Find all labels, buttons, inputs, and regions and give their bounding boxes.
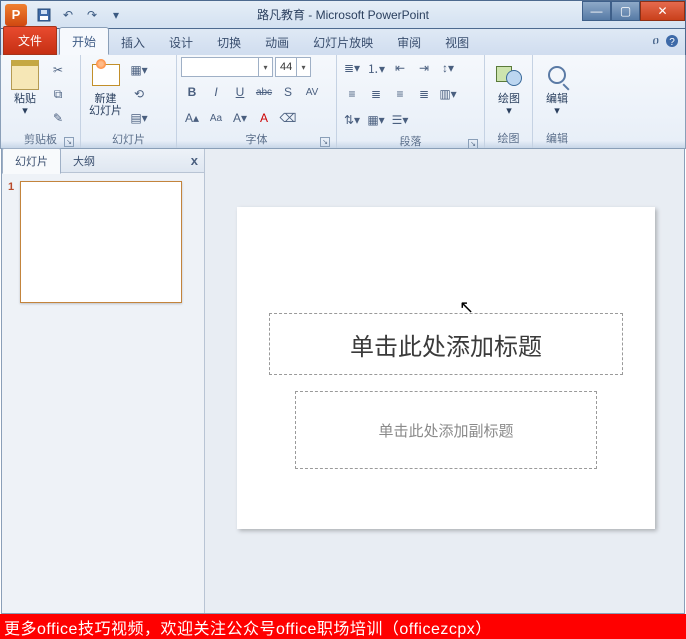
- align-left-icon[interactable]: ≡: [341, 83, 363, 105]
- font-size-combo[interactable]: 44▾: [275, 57, 311, 77]
- group-label-slides: 幻灯片: [85, 129, 172, 149]
- slide-editor[interactable]: 单击此处添加标题 单击此处添加副标题 ↖: [205, 149, 684, 613]
- layout-icon[interactable]: ▦▾: [128, 59, 150, 81]
- dec-indent-icon[interactable]: ⇤: [389, 57, 411, 79]
- help-area: ዐ ?: [653, 33, 679, 48]
- group-drawing: 绘图▾ 绘图: [485, 55, 533, 148]
- tab-animations[interactable]: 动画: [253, 29, 301, 55]
- shrink-font-icon[interactable]: A▾: [229, 107, 251, 129]
- align-text-icon[interactable]: ▦▾: [365, 109, 387, 131]
- font-color-button[interactable]: A: [253, 107, 275, 129]
- reset-icon[interactable]: ⟲: [128, 83, 150, 105]
- text-direction-icon[interactable]: ⇅▾: [341, 109, 363, 131]
- tab-home[interactable]: 开始: [59, 27, 109, 55]
- title-placeholder[interactable]: 单击此处添加标题: [269, 313, 623, 375]
- group-label-font: 字体↘: [181, 129, 332, 149]
- quick-access-toolbar: ↶ ↷ ▾: [33, 5, 127, 25]
- grow-font-icon[interactable]: A▴: [181, 107, 203, 129]
- clear-format-icon[interactable]: ⌫: [277, 107, 299, 129]
- thumbnail-list[interactable]: 1: [2, 173, 204, 613]
- change-case-button[interactable]: Aa: [205, 107, 227, 129]
- pane-close-button[interactable]: x: [191, 153, 198, 168]
- paste-button[interactable]: 粘贴▾: [5, 57, 45, 119]
- numbering-icon[interactable]: ⒈▾: [365, 57, 387, 79]
- group-clipboard: 粘贴▾ ✂ ⧉ ✎ 剪贴板↘: [1, 55, 81, 148]
- tab-view[interactable]: 视图: [433, 29, 481, 55]
- chevron-down-icon[interactable]: ▾: [296, 57, 310, 77]
- svg-text:?: ?: [669, 37, 675, 48]
- group-editing: 编辑▾ 编辑: [533, 55, 581, 148]
- line-spacing-icon[interactable]: ↕▾: [437, 57, 459, 79]
- pane-tabs: 幻灯片 大纲 x: [2, 149, 204, 173]
- bullets-icon[interactable]: ≣▾: [341, 57, 363, 79]
- group-slides: 新建 幻灯片 ▦▾ ⟲ ▤▾ 幻灯片: [81, 55, 177, 148]
- group-label-drawing: 绘图: [489, 128, 528, 148]
- tab-slideshow[interactable]: 幻灯片放映: [301, 29, 385, 55]
- chevron-down-icon[interactable]: ▾: [258, 57, 272, 77]
- help-icon[interactable]: ?: [665, 34, 679, 48]
- tab-outline[interactable]: 大纲: [61, 149, 107, 173]
- group-label-clipboard: 剪贴板↘: [5, 129, 76, 149]
- shapes-icon: [496, 64, 522, 86]
- close-button[interactable]: ✕: [640, 1, 685, 21]
- collapse-ribbon-icon[interactable]: ዐ: [653, 33, 659, 48]
- minimize-button[interactable]: —: [582, 1, 611, 21]
- titlebar: P ↶ ↷ ▾ 路凡教育 - Microsoft PowerPoint — ▢ …: [0, 0, 686, 29]
- tab-insert[interactable]: 插入: [109, 29, 157, 55]
- clipboard-icon: [11, 60, 39, 90]
- tab-thumbnails[interactable]: 幻灯片: [2, 148, 61, 174]
- app-icon: P: [5, 4, 27, 26]
- undo-icon[interactable]: ↶: [57, 5, 79, 25]
- justify-icon[interactable]: ≣: [413, 83, 435, 105]
- smartart-icon[interactable]: ☰▾: [389, 109, 411, 131]
- group-label-paragraph: 段落↘: [341, 131, 480, 151]
- thumbnail-item[interactable]: 1: [8, 181, 198, 303]
- bold-button[interactable]: B: [181, 81, 203, 103]
- ribbon-tabstrip: 文件 开始 插入 设计 切换 动画 幻灯片放映 审阅 视图 ዐ ?: [0, 29, 686, 55]
- align-center-icon[interactable]: ≣: [365, 83, 387, 105]
- slide-canvas[interactable]: 单击此处添加标题 单击此处添加副标题 ↖: [237, 207, 655, 529]
- thumbnail-pane: 幻灯片 大纲 x 1: [2, 149, 205, 613]
- workarea: 幻灯片 大纲 x 1 单击此处添加标题 单击此处添加副标题 ↖: [1, 149, 685, 614]
- redo-icon[interactable]: ↷: [81, 5, 103, 25]
- group-font: ▾ 44▾ B I U abc S AV A▴ Aa A▾ A ⌫ 字体↘: [177, 55, 337, 148]
- copy-icon[interactable]: ⧉: [47, 83, 69, 105]
- qat-more-icon[interactable]: ▾: [105, 5, 127, 25]
- group-label-editing: 编辑: [537, 128, 577, 148]
- file-tab[interactable]: 文件: [3, 26, 57, 55]
- clipboard-launcher[interactable]: ↘: [64, 137, 74, 147]
- underline-button[interactable]: U: [229, 81, 251, 103]
- italic-button[interactable]: I: [205, 81, 227, 103]
- subtitle-placeholder[interactable]: 单击此处添加副标题: [295, 391, 597, 469]
- find-icon: [548, 66, 566, 84]
- spacing-button[interactable]: AV: [301, 81, 323, 103]
- tab-transitions[interactable]: 切换: [205, 29, 253, 55]
- cut-icon[interactable]: ✂: [47, 59, 69, 81]
- save-icon[interactable]: [33, 5, 55, 25]
- drawing-button[interactable]: 绘图▾: [489, 57, 529, 119]
- paragraph-launcher[interactable]: ↘: [468, 139, 478, 149]
- thumbnail-preview[interactable]: [20, 181, 182, 303]
- maximize-button[interactable]: ▢: [611, 1, 640, 21]
- columns-icon[interactable]: ▥▾: [437, 83, 459, 105]
- tab-review[interactable]: 审阅: [385, 29, 433, 55]
- tab-design[interactable]: 设计: [157, 29, 205, 55]
- thumbnail-number: 1: [8, 181, 14, 303]
- font-launcher[interactable]: ↘: [320, 137, 330, 147]
- inc-indent-icon[interactable]: ⇥: [413, 57, 435, 79]
- shadow-button[interactable]: S: [277, 81, 299, 103]
- window-controls: — ▢ ✕: [582, 1, 685, 21]
- align-right-icon[interactable]: ≡: [389, 83, 411, 105]
- strike-button[interactable]: abc: [253, 81, 275, 103]
- font-name-combo[interactable]: ▾: [181, 57, 273, 77]
- section-icon[interactable]: ▤▾: [128, 107, 150, 129]
- new-slide-icon: [92, 64, 120, 86]
- group-paragraph: ≣▾ ⒈▾ ⇤ ⇥ ↕▾ ≡ ≣ ≡ ≣ ▥▾ ⇅▾ ▦▾ ☰▾ 段落↘: [337, 55, 485, 148]
- ribbon: 粘贴▾ ✂ ⧉ ✎ 剪贴板↘ 新建 幻灯片 ▦▾ ⟲ ▤▾ 幻灯片: [0, 55, 686, 149]
- new-slide-button[interactable]: 新建 幻灯片: [85, 57, 126, 119]
- format-painter-icon[interactable]: ✎: [47, 107, 69, 129]
- editing-button[interactable]: 编辑▾: [537, 57, 577, 119]
- footer-banner: 更多office技巧视频，欢迎关注公众号office职场培训（officezcp…: [0, 614, 686, 639]
